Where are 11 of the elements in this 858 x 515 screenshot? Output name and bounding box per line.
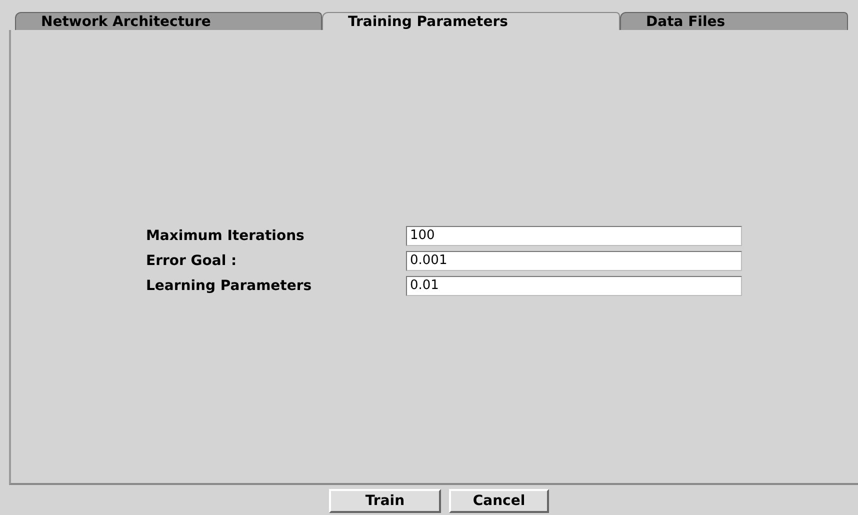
field-label: Maximum Iterations xyxy=(146,226,306,246)
input-field[interactable]: 0.001 xyxy=(406,250,742,270)
field-label: Error Goal : xyxy=(146,252,238,270)
tab[interactable]: Training Parameters xyxy=(322,12,620,30)
input-field[interactable]: 100 xyxy=(406,226,742,246)
tab[interactable]: Data Files xyxy=(620,12,848,30)
field-label: Learning Parameters xyxy=(146,276,313,296)
tab[interactable]: Network Architecture xyxy=(15,12,322,30)
dialog-button[interactable]: Cancel xyxy=(449,489,549,513)
dialog-button[interactable]: Train xyxy=(329,489,441,513)
input-field[interactable]: 0.01 xyxy=(406,276,742,296)
